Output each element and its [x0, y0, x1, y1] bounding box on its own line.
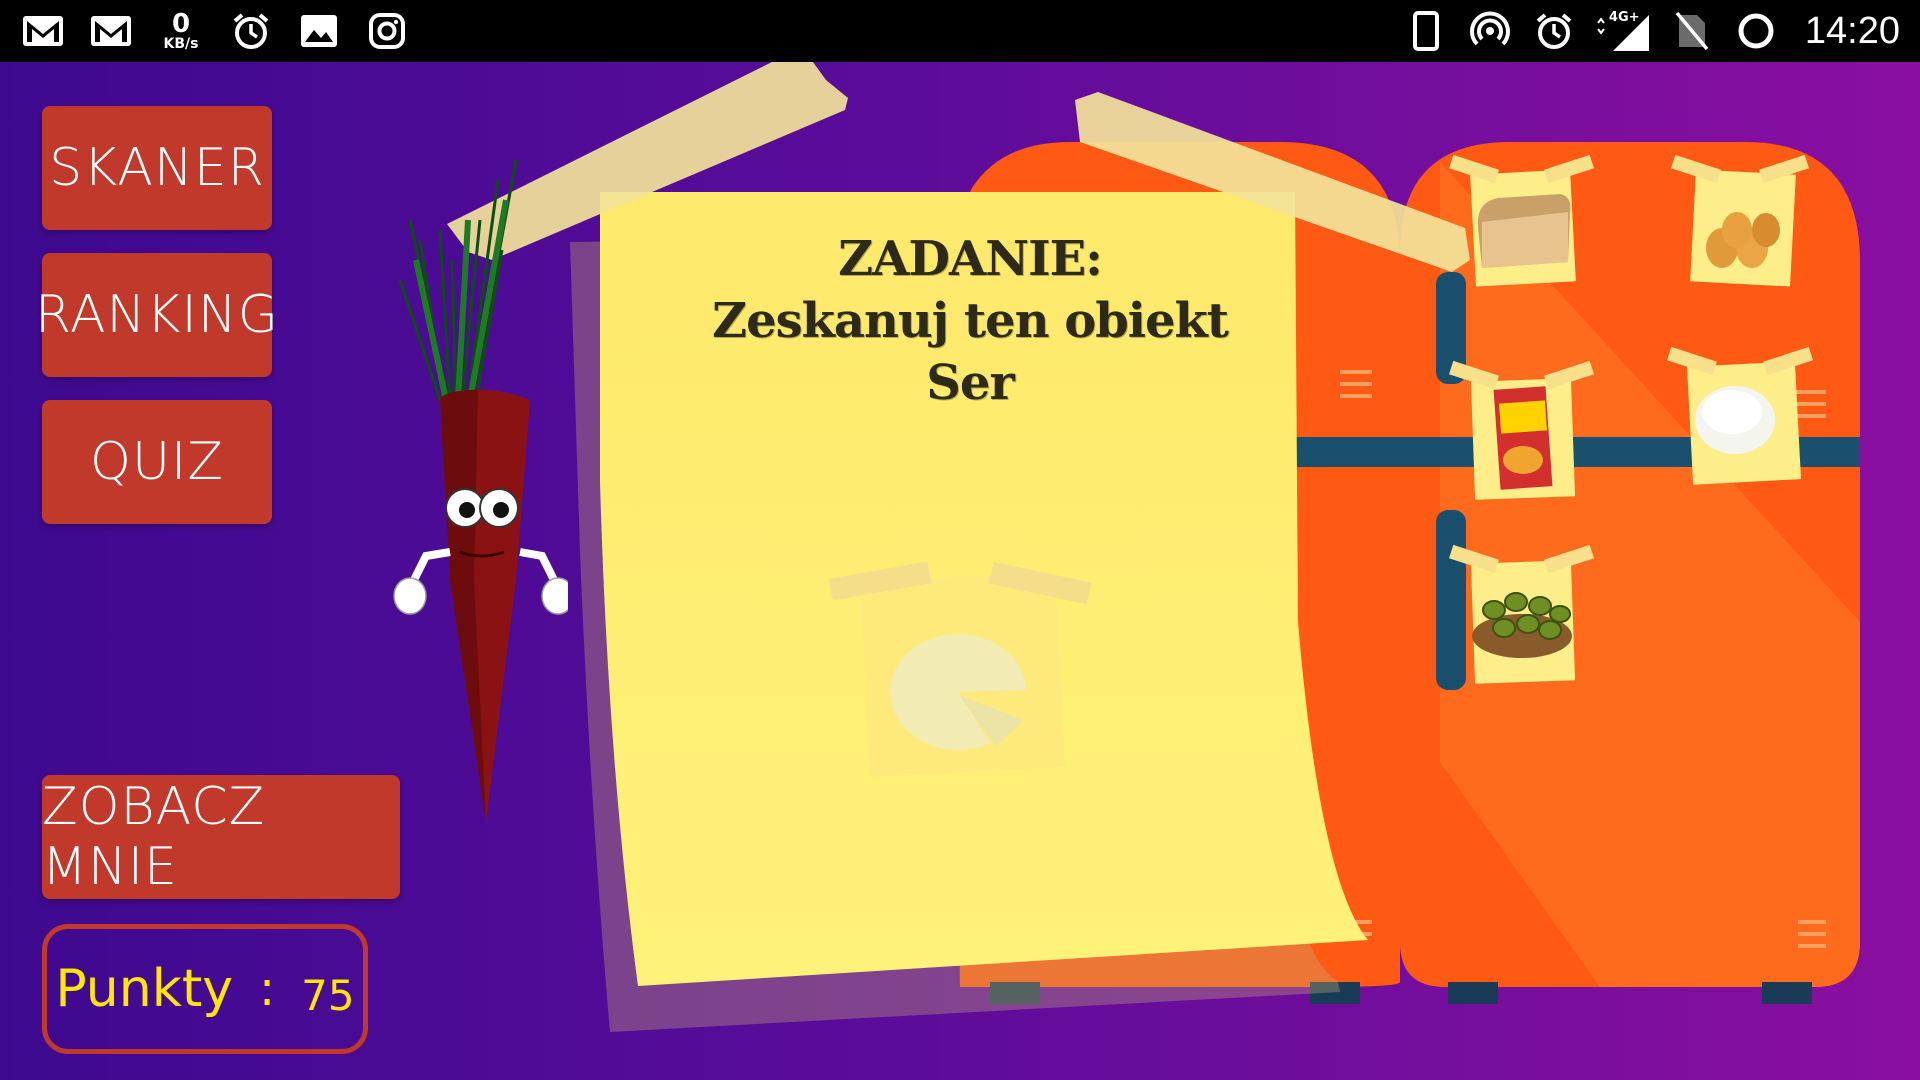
net-speed-unit: KB/s	[163, 36, 199, 52]
instagram-icon	[364, 8, 410, 54]
carrot-mascot	[393, 160, 568, 822]
score-value: 75	[301, 970, 355, 1020]
zobacz-mnie-button[interactable]: ZOBACZ MNIE	[42, 775, 400, 899]
ranking-button[interactable]: RANKING	[35, 253, 278, 377]
network-type: 4G+	[1608, 10, 1640, 25]
signal-4g-icon: 4G+	[1595, 8, 1651, 54]
phone-icon	[1403, 8, 1449, 54]
hotspot-icon	[1467, 8, 1513, 54]
no-sim-icon	[1669, 8, 1715, 54]
score-label: Punkty	[55, 959, 233, 1019]
gmail-icon	[88, 8, 134, 54]
task-heading: ZADANIE:	[838, 231, 1103, 287]
score-separator: :	[259, 961, 276, 1017]
task-text: ZADANIE: Zeskanuj ten obiekt Ser	[640, 228, 1300, 414]
task-instruction: Zeskanuj ten obiekt	[712, 293, 1229, 349]
status-right: 4G+ 14:20	[1403, 6, 1900, 56]
net-speed-value: 0	[171, 9, 191, 39]
status-left: 0 KB/s	[20, 6, 410, 56]
circle-icon	[1733, 8, 1779, 54]
alarm-icon	[1531, 8, 1577, 54]
clock: 14:20	[1804, 9, 1900, 52]
skaner-button[interactable]: SKANER	[42, 106, 272, 230]
image-icon	[296, 8, 342, 54]
gmail-icon	[20, 8, 66, 54]
quiz-button[interactable]: QUIZ	[42, 400, 272, 524]
score-box: Punkty : 75	[42, 924, 368, 1054]
net-speed-indicator: 0 KB/s	[156, 11, 206, 51]
status-bar: 0 KB/s 4G+ 14:20	[0, 0, 1920, 62]
alarm-icon	[228, 8, 274, 54]
task-target: Ser	[926, 355, 1015, 411]
